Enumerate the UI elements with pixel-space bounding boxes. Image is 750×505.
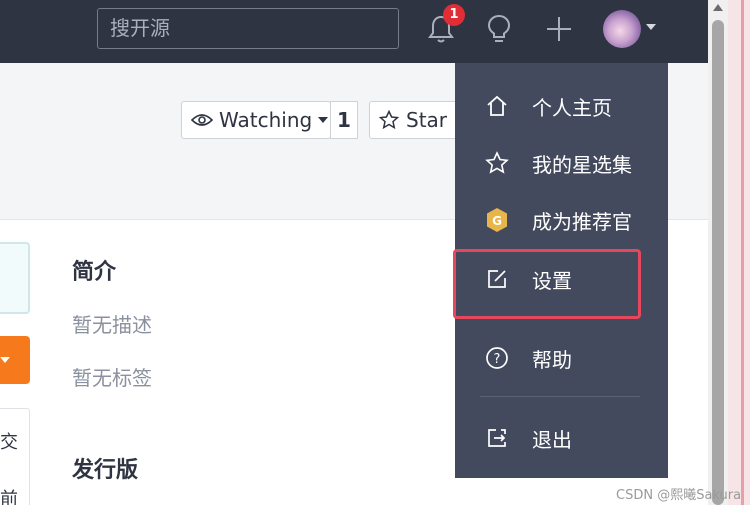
lightbulb-button[interactable]	[482, 9, 516, 49]
caret-down-icon[interactable]	[646, 24, 656, 30]
no-description-text: 暂无描述	[72, 313, 152, 337]
menu-item-label: 帮助	[532, 347, 572, 372]
menu-item-label: 成为推荐官	[532, 209, 632, 234]
watermark: CSDN @熙曦Sakura	[616, 488, 742, 503]
g-badge-icon: G	[484, 207, 510, 233]
menu-divider	[480, 396, 640, 397]
create-button[interactable]	[542, 9, 576, 49]
intro-title: 简介	[72, 260, 117, 285]
releases-title: 发行版	[72, 458, 139, 483]
lightbulb-icon	[487, 14, 511, 42]
svg-text:G: G	[492, 214, 502, 228]
star-icon	[379, 110, 399, 130]
no-tags-text: 暂无标签	[72, 366, 152, 390]
menu-item-profile[interactable]: 个人主页	[455, 80, 668, 132]
plus-icon	[547, 17, 571, 41]
star-button[interactable]: Star	[369, 101, 459, 139]
notification-badge: 1	[443, 4, 465, 26]
eye-icon	[191, 114, 213, 126]
left-panel-box	[0, 242, 30, 314]
menu-item-label: 退出	[532, 427, 572, 452]
menu-item-logout[interactable]: 退出	[455, 412, 668, 464]
help-circle-icon: ?	[484, 345, 510, 371]
search-input[interactable]: 搜开源	[97, 8, 399, 49]
star-icon	[484, 150, 510, 176]
watching-label: Watching	[219, 108, 313, 132]
logout-icon	[484, 425, 510, 451]
scrollbar-thumb[interactable]	[712, 20, 724, 505]
menu-item-become-recommender[interactable]: G 成为推荐官	[455, 194, 668, 246]
menu-item-my-stars[interactable]: 我的星选集	[455, 137, 668, 189]
top-navbar: 搜开源 1	[0, 0, 708, 63]
settings-highlight-box	[453, 249, 641, 319]
avatar[interactable]	[603, 10, 641, 48]
scroll-up-arrow-icon[interactable]	[713, 4, 723, 11]
caret-down-icon	[318, 117, 329, 123]
menu-item-help[interactable]: ? 帮助	[455, 332, 668, 384]
watching-button[interactable]: Watching	[181, 101, 331, 139]
svg-text:?: ?	[494, 352, 501, 367]
menu-item-label: 个人主页	[532, 95, 612, 120]
star-label: Star	[406, 108, 448, 132]
menu-item-label: 我的星选集	[532, 152, 632, 177]
left-panel-text: 前	[0, 489, 18, 505]
window-edge-line	[741, 0, 744, 505]
home-icon	[484, 93, 510, 119]
left-panel-text: 交	[0, 432, 18, 453]
window-edge	[728, 0, 750, 505]
watching-count[interactable]: 1	[330, 101, 358, 139]
caret-down-icon	[0, 357, 10, 363]
